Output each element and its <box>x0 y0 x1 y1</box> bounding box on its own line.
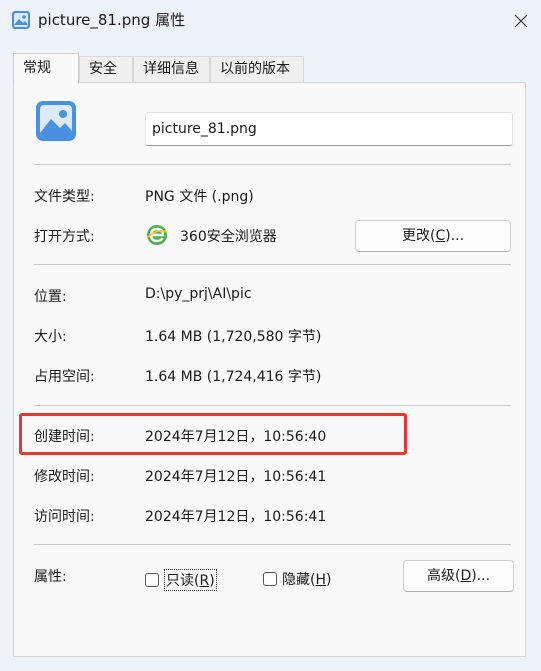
change-button-pre: 更改( <box>401 228 436 244</box>
size-value: 1.64 MB (1,720,580 字节) <box>145 329 322 345</box>
readonly-label: 只读(R) <box>164 569 217 591</box>
modified-label: 修改时间: <box>34 469 95 485</box>
divider <box>34 544 511 545</box>
image-file-icon <box>12 11 30 29</box>
browser-app-icon <box>146 225 168 245</box>
file-type-value: PNG 文件 (.png) <box>145 189 254 205</box>
hidden-label: 隐藏(H) <box>282 569 331 589</box>
window-title: picture_81.png 属性 <box>38 11 186 29</box>
file-type-label: 文件类型: <box>34 189 95 205</box>
disk-size-label: 占用空间: <box>34 369 95 385</box>
location-value: D:\py_prj\AI\pic <box>145 286 252 302</box>
readonly-checkbox[interactable]: 只读(R) <box>145 569 217 591</box>
hidden-label-key: H <box>315 572 326 588</box>
readonly-checkbox-box[interactable] <box>145 573 159 587</box>
readonly-label-key: R <box>199 573 210 589</box>
advanced-button-post: )... <box>471 568 491 584</box>
tab-general[interactable]: 常规 <box>13 53 79 84</box>
general-panel: 文件类型: PNG 文件 (.png) 打开方式: 360安全浏览器 更改(C)… <box>13 82 526 657</box>
close-button[interactable] <box>506 8 536 34</box>
filename-input[interactable] <box>145 112 513 146</box>
advanced-button-key: D <box>460 568 472 584</box>
tab-previous-versions[interactable]: 以前的版本 <box>210 56 304 83</box>
size-label: 大小: <box>34 329 67 345</box>
accessed-label: 访问时间: <box>34 509 95 525</box>
attributes-label: 属性: <box>34 569 67 585</box>
tab-security[interactable]: 安全 <box>79 56 133 83</box>
accessed-value: 2024年7月12日，10:56:41 <box>145 509 327 525</box>
divider <box>34 405 511 406</box>
title-bar[interactable]: picture_81.png 属性 <box>0 0 541 40</box>
location-label: 位置: <box>34 289 67 305</box>
change-button[interactable]: 更改(C)... <box>355 220 511 252</box>
hidden-checkbox[interactable]: 隐藏(H) <box>263 569 331 589</box>
hidden-label-post: ) <box>326 572 332 588</box>
divider <box>34 164 511 165</box>
advanced-button-pre: 高级( <box>426 568 461 584</box>
change-button-key: C <box>435 228 446 244</box>
divider <box>34 264 511 265</box>
change-button-post: )... <box>445 228 465 244</box>
hidden-checkbox-box[interactable] <box>263 572 277 586</box>
image-file-icon <box>36 101 76 141</box>
advanced-button[interactable]: 高级(D)... <box>403 560 514 592</box>
readonly-label-pre: 只读( <box>166 573 200 589</box>
created-value: 2024年7月12日，10:56:40 <box>145 429 327 445</box>
created-label: 创建时间: <box>34 429 95 445</box>
open-with-app: 360安全浏览器 <box>180 229 277 245</box>
hidden-label-pre: 隐藏( <box>282 572 316 588</box>
tab-details[interactable]: 详细信息 <box>133 56 210 83</box>
disk-size-value: 1.64 MB (1,724,416 字节) <box>145 369 322 385</box>
readonly-label-post: ) <box>209 573 215 589</box>
modified-value: 2024年7月12日，10:56:41 <box>145 469 327 485</box>
close-icon <box>514 14 528 28</box>
properties-window: picture_81.png 属性 常规 安全 详细信息 以前的版本 文件类型:… <box>0 0 541 671</box>
open-with-label: 打开方式: <box>34 229 95 245</box>
